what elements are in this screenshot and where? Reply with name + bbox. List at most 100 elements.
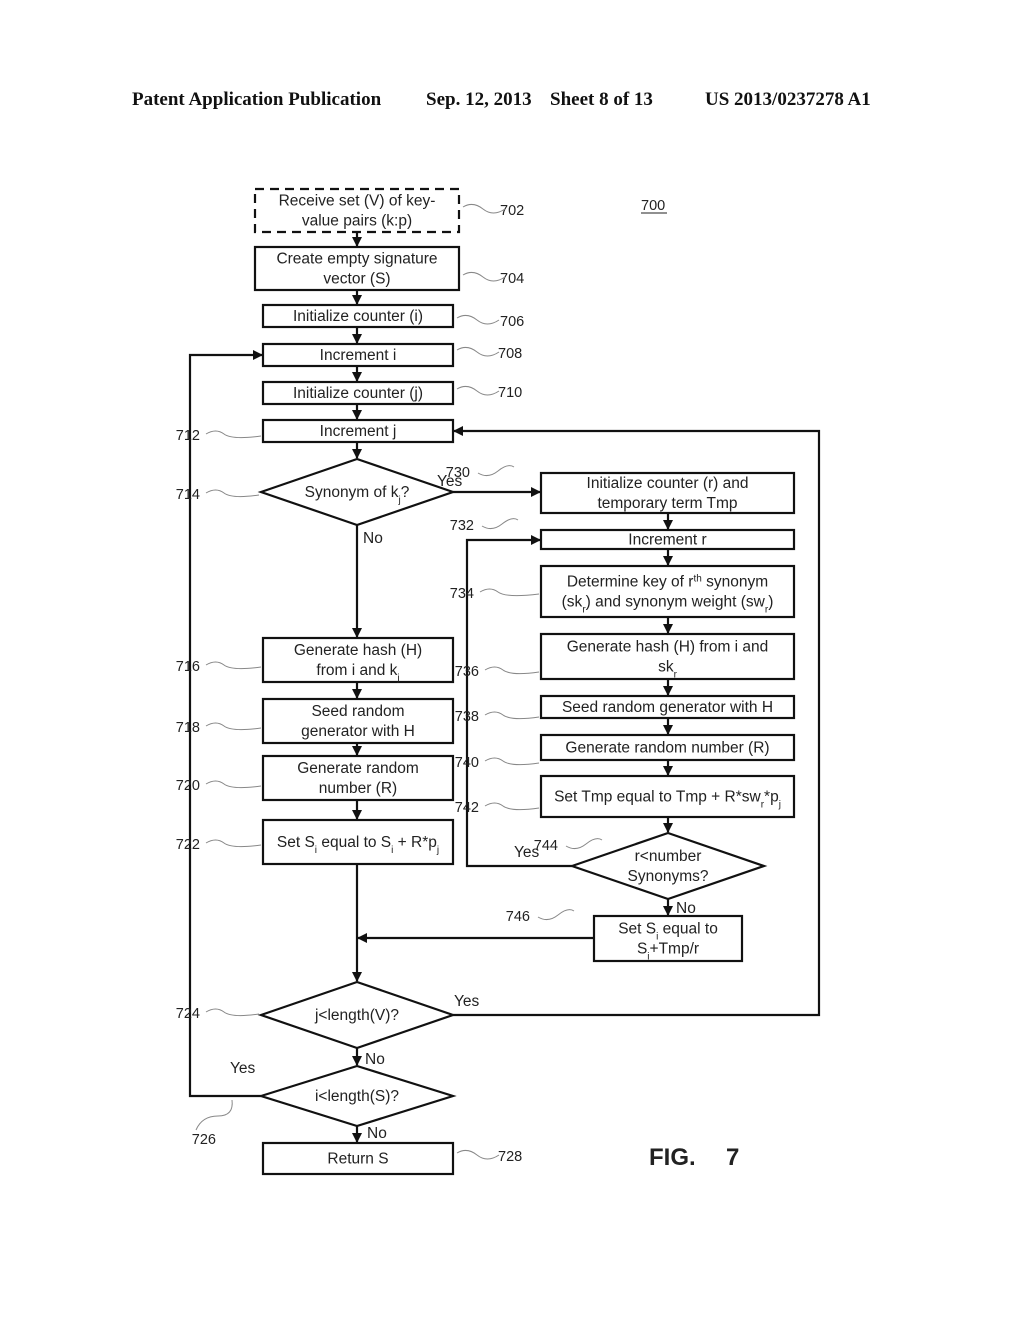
labels: 702 704 706 708 710 712 714 716 718 720 722 724 726 7… <box>176 198 740 1171</box>
ref-numeral: 712 <box>176 428 200 444</box>
leader-line <box>456 346 500 357</box>
decision-diamond <box>568 831 768 901</box>
ref-numeral: 736 <box>455 664 479 680</box>
node-716: Generate hash (H)from i and kj <box>261 636 455 684</box>
node-738: Seed random generator with H <box>539 694 796 720</box>
ref-numeral: 746 <box>506 909 530 925</box>
leader-line <box>205 661 262 670</box>
node-730: Initialize counter (r) and temporary term… <box>539 471 796 515</box>
leader-line <box>484 711 540 720</box>
node-text: Generate random <box>297 760 419 777</box>
leader-line <box>484 757 540 766</box>
node-text: Initialize counter (i) <box>293 308 423 325</box>
figure-caption-number: 7 <box>726 1144 739 1171</box>
node-text: Initialize counter (r) and <box>587 475 749 492</box>
ref-numeral: 714 <box>176 487 200 503</box>
node-text: Receive set (V) of key- <box>279 193 436 210</box>
leader-line <box>462 271 506 282</box>
ref-numeral: 706 <box>500 314 524 330</box>
leader-line <box>462 203 506 214</box>
leader-line <box>537 909 575 921</box>
node-text: vector (S) <box>323 271 390 288</box>
node-712: Increment j <box>261 418 455 444</box>
node-text: generator with H <box>301 723 415 740</box>
node-text: r<number <box>635 848 702 865</box>
leader-line <box>205 430 262 439</box>
leader-line <box>477 465 515 477</box>
edge-label: No <box>363 530 383 547</box>
node-text: Synonyms? <box>628 868 709 885</box>
nodes: Receive set (V) of key-value pairs (k:p)… <box>253 187 796 1176</box>
node-708: Increment i <box>261 342 455 368</box>
node-text: Return S <box>327 1151 388 1168</box>
node-710: Initialize counter (j) <box>261 380 455 406</box>
node-text: value pairs (k:p) <box>302 213 412 230</box>
node-text: Increment j <box>320 423 397 440</box>
leader-line <box>195 1099 233 1131</box>
node-text: Seed random <box>311 703 404 720</box>
edge-label: Yes <box>514 844 540 861</box>
edge-label: Yes <box>454 993 480 1010</box>
node-702: Receive set (V) of key-value pairs (k:p) <box>253 187 461 234</box>
flow-arrow <box>188 350 263 1098</box>
edge-label: No <box>367 1125 387 1142</box>
node-text: Generate random number (R) <box>565 740 769 757</box>
node-732: Increment r <box>539 528 796 551</box>
ref-numeral: 708 <box>498 346 522 362</box>
leader-line <box>205 722 262 731</box>
node-744: r<number Synonyms? <box>568 831 768 901</box>
leader-line <box>456 1149 500 1160</box>
edge-label: No <box>676 900 696 917</box>
node-740: Generate random number (R) <box>539 733 796 762</box>
leader-line <box>479 588 540 597</box>
node-724: j<length(V)? <box>257 980 457 1050</box>
node-706: Initialize counter (i) <box>261 303 455 329</box>
ref-numeral: 702 <box>500 203 524 219</box>
node-714: Synonym of kj? <box>257 457 457 527</box>
leader-line <box>205 489 260 498</box>
node-746: Set Si equal toSi+Tmp/r <box>592 914 744 963</box>
node-text: Generate hash (H) from i and <box>567 639 769 656</box>
node-text: Create empty signature <box>276 251 437 268</box>
ref-numeral: 742 <box>455 800 479 816</box>
node-704: Create empty signature vector (S) <box>253 245 461 292</box>
edges <box>188 232 821 1143</box>
ref-numeral: 716 <box>176 659 200 675</box>
figure-caption: FIG. <box>649 1144 696 1171</box>
edge-label: No <box>365 1051 385 1068</box>
node-text: Increment i <box>320 347 397 364</box>
node-text: Increment r <box>628 532 706 549</box>
ref-numeral: 738 <box>455 709 479 725</box>
ref-numeral: 740 <box>455 755 479 771</box>
ref-numeral: 732 <box>450 518 474 534</box>
node-722: Set Si equal to Si + R*pj <box>261 818 455 866</box>
node-718: Seed random generator with H <box>261 697 455 745</box>
leader-line <box>456 385 500 396</box>
node-728: Return S <box>261 1141 455 1176</box>
ref-numeral: 720 <box>176 778 200 794</box>
node-text: Determine key of rth synonym <box>567 573 768 591</box>
leader-line <box>205 839 262 848</box>
leader-line <box>456 314 500 325</box>
ref-numeral: 728 <box>498 1149 522 1165</box>
leader-line <box>484 666 540 675</box>
node-742: Set Tmp equal to Tmp + R*swr*pj <box>539 774 796 819</box>
node-736: Generate hash (H) from i andskr <box>539 632 796 681</box>
ref-numeral: 726 <box>192 1132 216 1148</box>
node-text: Initialize counter (j) <box>293 385 423 402</box>
flowchart: Receive set (V) of key-value pairs (k:p)… <box>176 187 821 1176</box>
edge-label: Yes <box>230 1060 256 1077</box>
leader-line <box>205 780 262 789</box>
node-726: i<length(S)? <box>257 1064 457 1128</box>
ref-numeral: 718 <box>176 720 200 736</box>
node-720: Generate random number (R) <box>261 754 455 802</box>
ref-numeral: 734 <box>450 586 474 602</box>
leader-line <box>484 802 540 811</box>
figure-reference-number: 700 <box>641 198 665 214</box>
leader-line <box>481 518 519 530</box>
ref-numeral: 704 <box>500 271 524 287</box>
node-text: Seed random generator with H <box>562 699 773 716</box>
node-text: i<length(S)? <box>315 1088 399 1105</box>
node-text: j<length(V)? <box>314 1007 399 1024</box>
node-text: Generate hash (H) <box>294 642 422 659</box>
